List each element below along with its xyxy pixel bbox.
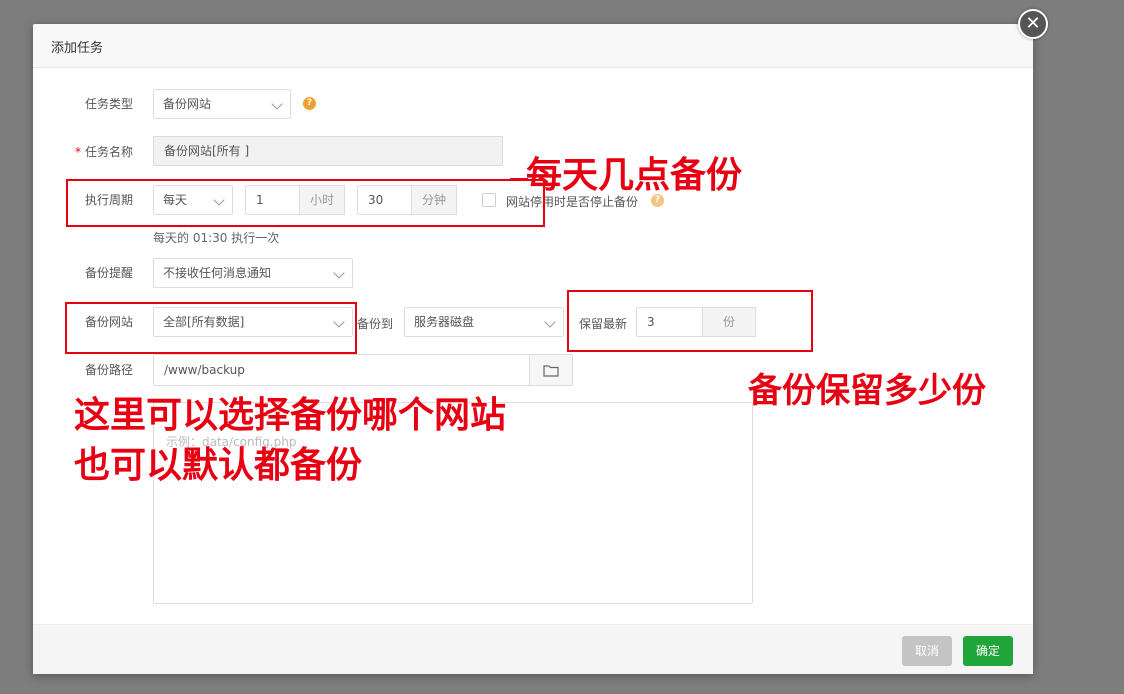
period-summary: 每天的 01:30 执行一次 [153,231,280,245]
task-type-select[interactable]: 备份网站 [153,89,291,119]
annotation-box-period [66,179,545,227]
folder-icon [543,365,559,377]
dialog-title: 添加任务 [33,24,1033,68]
browse-folder-button[interactable] [529,354,573,386]
required-mark: * [74,145,81,159]
help-icon[interactable]: ? [303,97,316,110]
task-name-input[interactable]: 备份网站[所有 ] [153,136,503,166]
confirm-button[interactable]: 确定 [963,636,1013,666]
annotation-keep: 备份保留多少份 [748,371,986,411]
annotation-box-keep [567,290,813,352]
annotation-time: 每天几点备份 [526,155,743,196]
chevron-down-icon [333,267,345,279]
backup-path-input[interactable]: /www/backup [153,354,530,386]
task-name-label: * 任务名称 [53,137,133,167]
annotation-site-line1: 这里可以选择备份哪个网站 [74,395,507,436]
backup-path-label: 备份路径 [84,363,133,377]
annotation-site-line2: 也可以默认都备份 [74,445,363,486]
reminder-value: 不接收任何消息通知 [163,266,272,280]
dialog-footer: 取消 确定 [33,624,1033,674]
chevron-down-icon [544,316,556,328]
backup-target-label: 备份到 [357,317,394,331]
task-type-label: 任务类型 [84,97,133,111]
backup-target-value: 服务器磁盘 [414,315,475,329]
cancel-button[interactable]: 取消 [902,636,952,666]
backup-target-select[interactable]: 服务器磁盘 [404,307,564,337]
reminder-label: 备份提醒 [84,266,133,280]
chevron-down-icon [271,98,283,110]
task-name-label-text: 任务名称 [84,145,133,159]
reminder-select[interactable]: 不接收任何消息通知 [153,258,353,288]
close-icon[interactable]: ✕ [1018,9,1048,39]
task-type-value: 备份网站 [163,97,212,111]
annotation-box-site [65,302,357,354]
